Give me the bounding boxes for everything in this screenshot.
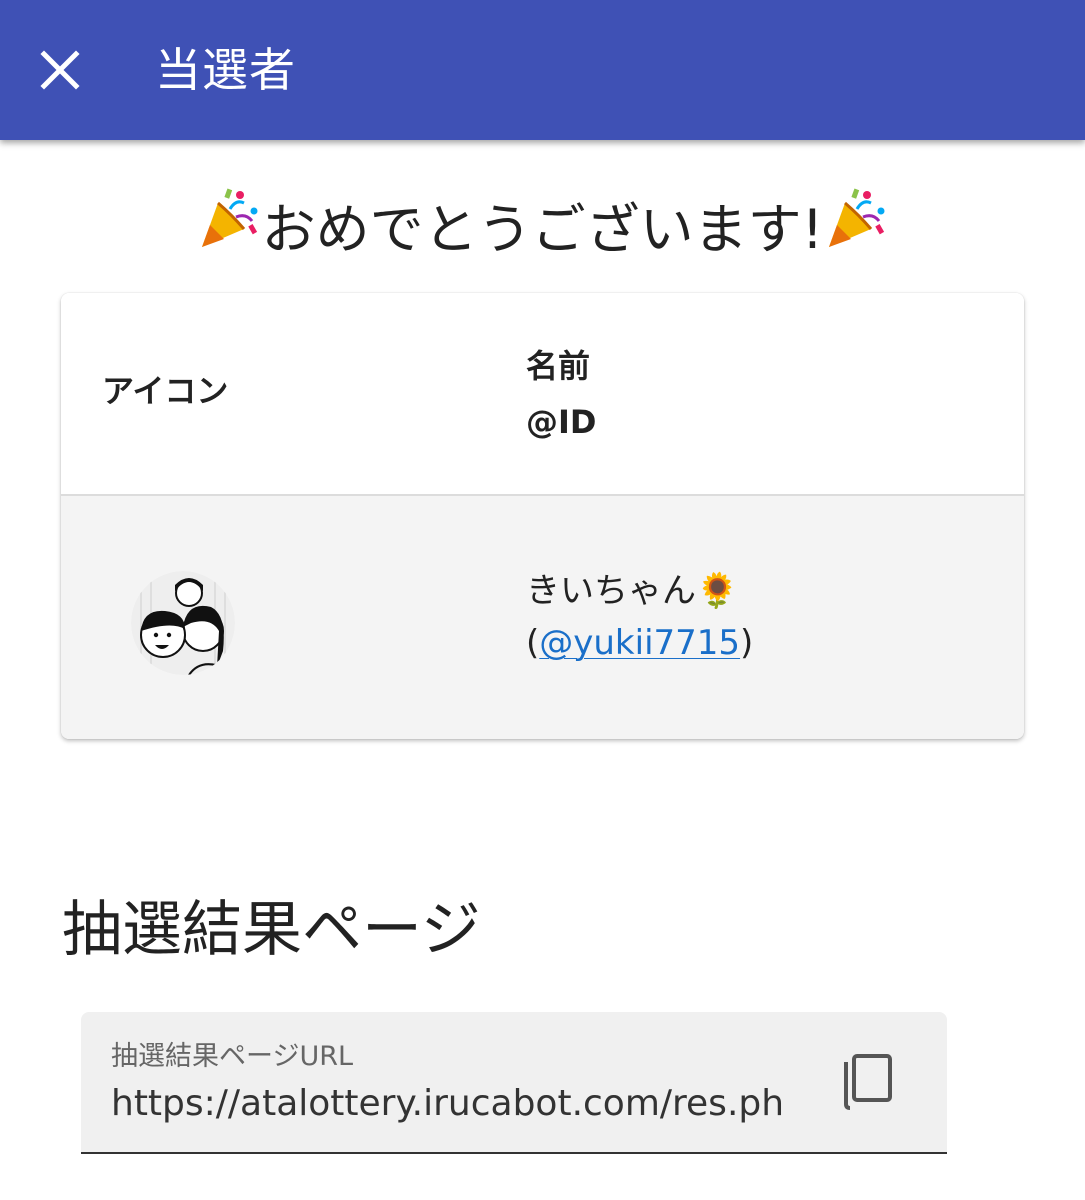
page-title: 当選者 [155,43,296,97]
header-id: @ID [526,403,597,441]
result-url-input[interactable] [111,1078,801,1128]
congrats-heading: おめでとうございます! [0,188,1085,271]
close-button[interactable] [30,40,90,100]
copy-icon [844,1054,892,1110]
copy-button[interactable] [836,1048,902,1114]
result-url-label: 抽選結果ページURL [111,1041,354,1072]
winner-id: (@yukii7715) [526,620,753,666]
winner-id-suffix: ) [740,623,754,663]
table-header: アイコン 名前 @ID [61,293,1024,496]
winners-table: アイコン 名前 @ID きいちゃん🌻 (@yukii7715) [61,293,1024,739]
avatar[interactable] [131,571,235,675]
winner-id-link[interactable]: @yukii7715 [539,623,740,663]
winner-name: きいちゃん🌻 [526,571,739,611]
header-name: 名前 [526,347,591,385]
header-icon: アイコン [102,372,229,410]
congrats-text: おめでとうございます! [261,198,824,261]
result-url-field[interactable]: 抽選結果ページURL [81,1012,947,1154]
close-icon [40,50,80,90]
results-section-title: 抽選結果ページ [62,895,481,965]
table-row: きいちゃん🌻 (@yukii7715) [61,496,1024,739]
winner-id-prefix: ( [526,623,540,663]
party-popper-icon [823,185,889,271]
party-popper-icon [196,185,262,271]
app-bar: 当選者 [0,0,1085,140]
